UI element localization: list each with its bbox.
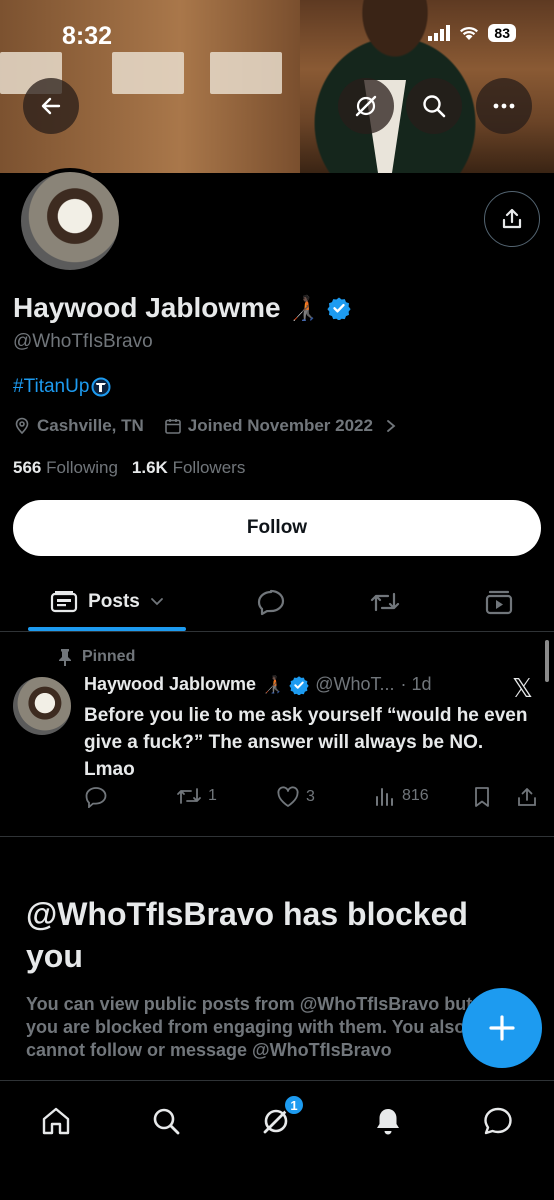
blocked-title: @WhoTfIsBravo has blocked you [26,896,468,974]
more-button[interactable] [476,78,532,134]
nav-notifications[interactable] [368,1101,408,1141]
following-label: Following [46,458,118,477]
more-icon [493,103,515,109]
home-icon [42,1107,70,1135]
followers-link[interactable]: 1.6K Followers [132,458,245,478]
search-button[interactable] [406,78,462,134]
profile-avatar[interactable] [17,168,123,274]
post-time: · 1d [400,674,432,694]
like-count: 3 [306,788,315,805]
wifi-icon [460,26,479,40]
bookmark-action[interactable] [472,786,492,808]
followers-count: 1.6K [131,458,168,477]
joined-text[interactable]: Joined November 2022 [188,416,373,436]
post-avatar[interactable] [13,677,71,735]
search-icon [423,95,446,118]
pinned-label-text: Pinned [82,648,136,665]
verified-badge-icon [289,675,309,695]
reply-icon [85,787,107,808]
nav-home[interactable] [36,1101,76,1141]
tab-reposts[interactable] [364,572,406,631]
nav-messages[interactable] [478,1101,518,1141]
replies-icon [257,589,285,615]
share-icon [518,788,536,806]
followers-label: Followers [172,458,246,477]
location-pin-icon [15,417,29,435]
reply-action[interactable] [84,786,114,808]
like-action[interactable]: 3 [276,786,315,808]
share-button[interactable] [484,191,540,247]
display-name: Haywood Jablowme 🧑🏿‍🦯 [13,292,351,324]
chevron-right-icon[interactable] [385,419,397,433]
follow-counts: 566 Following 1.6K Followers [13,458,245,478]
post-actions: 1 3 816 [84,786,540,810]
post-header: Haywood Jablowme 🧑🏿‍🦯 @WhoT... · 1d [84,674,524,695]
media-icon [485,590,513,614]
tab-posts-label: Posts [88,590,140,612]
post-author-handle: @WhoT... [315,674,395,694]
status-icons: 83 [428,24,516,42]
views-count: 816 [402,787,429,804]
x-logo-icon[interactable]: 𝕏 [512,674,533,704]
status-time: 8:32 [62,22,113,50]
verified-badge-icon[interactable] [326,296,351,320]
bottom-nav [0,1080,554,1200]
banner-window [112,52,184,94]
repost-icon [177,788,201,804]
nav-search[interactable] [146,1101,186,1141]
share-post-action[interactable] [516,786,538,808]
profile-meta: Cashville, TN Joined November 2022 [13,416,397,436]
titans-logo-icon [91,377,111,397]
views-action[interactable]: 816 [374,786,429,806]
location-text: Cashville, TN [37,416,144,435]
reposts-icon [370,592,400,611]
cellular-signal-icon [428,25,451,41]
blocked-description: You can view public posts from @WhoTfIsB… [26,994,473,1060]
posts-tab-icon [51,590,78,612]
post-author-emoji: 🧑🏿‍🦯 [262,674,284,694]
plus-icon [489,1015,515,1041]
section-divider [0,836,554,837]
chevron-down-icon[interactable] [150,597,164,607]
notifications-icon [377,1109,399,1135]
tab-media[interactable] [478,572,520,631]
battery-indicator: 83 [488,24,516,42]
scrollbar-thumb[interactable] [545,640,549,682]
grok-button[interactable] [338,78,394,134]
heart-icon [277,786,299,807]
profile-tabs: Posts [0,572,554,632]
pinned-label: Pinned [58,648,135,666]
post-text[interactable]: Before you lie to me ask yourself “would… [84,702,534,783]
repost-action[interactable]: 1 [176,786,217,806]
share-icon [502,208,522,229]
back-arrow-icon [41,97,61,115]
profile-bio: #TitanUp [13,376,111,398]
active-tab-indicator [28,627,186,631]
name-emoji: 🧑🏿‍🦯 [288,294,319,322]
follow-button[interactable]: Follow [13,500,541,556]
following-link[interactable]: 566 Following [13,458,118,478]
pin-icon [59,649,71,666]
post-author-name[interactable]: Haywood Jablowme [84,674,256,695]
bookmark-icon [475,787,489,807]
following-count: 566 [13,458,42,477]
back-button[interactable] [23,78,79,134]
compose-post-button[interactable] [462,988,542,1068]
profile-handle: @WhoTfIsBravo [13,331,153,352]
tab-replies[interactable] [250,572,292,631]
repost-count: 1 [208,787,217,804]
grok-icon [355,95,377,117]
views-icon [376,788,393,806]
search-icon [153,1108,180,1135]
calendar-icon [164,419,181,434]
messages-icon [484,1107,512,1135]
display-name-text: Haywood Jablowme [13,292,281,323]
grok-notification-badge: 1 [283,1094,305,1116]
bio-hashtag[interactable]: #TitanUp [13,376,89,398]
tab-posts[interactable]: Posts [28,572,186,631]
